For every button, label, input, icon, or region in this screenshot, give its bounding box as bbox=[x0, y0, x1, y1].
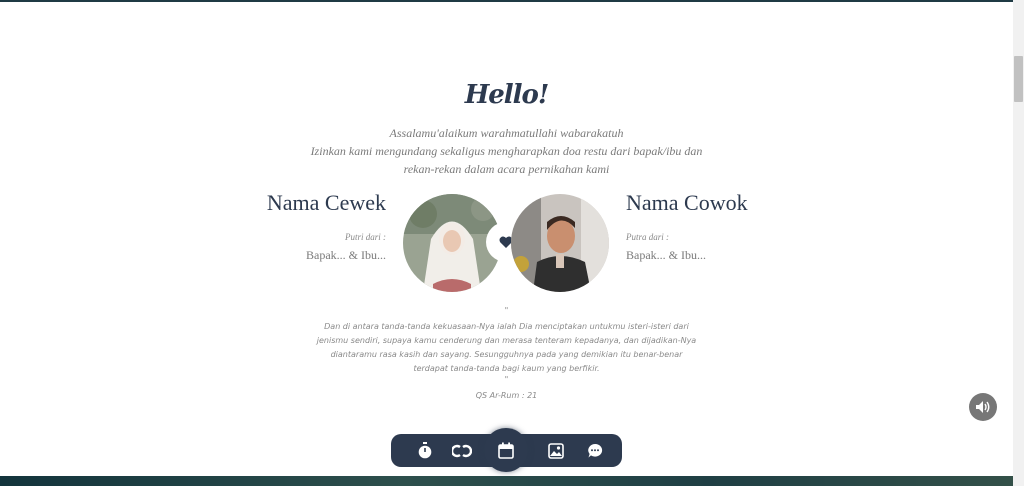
verse-close-quote: " bbox=[504, 375, 509, 384]
scrollbar-thumb[interactable] bbox=[1014, 56, 1023, 102]
nav-gallery-button[interactable] bbox=[541, 434, 571, 467]
verse-source: QS Ar-Rum : 21 bbox=[475, 391, 538, 400]
verse-line-4: terdapat tanda-tanda bagi kaum yang berf… bbox=[413, 364, 600, 373]
nav-countdown-button[interactable] bbox=[410, 434, 440, 467]
speaker-icon bbox=[976, 401, 990, 413]
gallery-icon bbox=[548, 442, 564, 459]
verse-open-quote: " bbox=[504, 306, 509, 315]
greeting-title: Hello! bbox=[464, 80, 550, 110]
groom-photo bbox=[511, 194, 609, 292]
scrollbar[interactable] bbox=[1013, 0, 1024, 486]
top-border bbox=[0, 0, 1013, 2]
bride-parent-label: Putri dari : bbox=[344, 232, 386, 242]
verse-line-1: Dan di antara tanda-tanda kekuasaan-Nya … bbox=[324, 322, 689, 331]
bride-name: Nama Cewek bbox=[266, 190, 386, 215]
bride-parents: Bapak... & Ibu... bbox=[306, 248, 386, 262]
groom-parents: Bapak... & Ibu... bbox=[626, 248, 706, 262]
bottom-background-strip bbox=[0, 476, 1013, 486]
calendar-icon bbox=[498, 442, 514, 459]
couple-icon bbox=[452, 444, 472, 457]
stopwatch-icon bbox=[418, 442, 432, 459]
nav-couple-button[interactable] bbox=[447, 434, 477, 467]
verse-line-2: jenismu sendiri, supaya kamu cenderung d… bbox=[316, 336, 697, 345]
nav-event-button[interactable] bbox=[484, 428, 528, 472]
nav-wishes-button[interactable] bbox=[580, 434, 610, 467]
verse-line-3: diantaramu rasa kasih dan sayang. Sesung… bbox=[330, 350, 683, 359]
invitation-line-2: rekan-rekan dalam acara pernikahan kami bbox=[403, 162, 610, 176]
salam-line: Assalamu'alaikum warahmatullahi wabaraka… bbox=[389, 126, 624, 140]
chat-icon bbox=[588, 443, 603, 457]
groom-name: Nama Cowok bbox=[626, 190, 748, 215]
groom-parent-label: Putra dari : bbox=[626, 232, 670, 242]
invitation-line-1: Izinkan kami mengundang sekaligus mengha… bbox=[310, 144, 703, 158]
music-toggle-button[interactable] bbox=[969, 393, 997, 421]
